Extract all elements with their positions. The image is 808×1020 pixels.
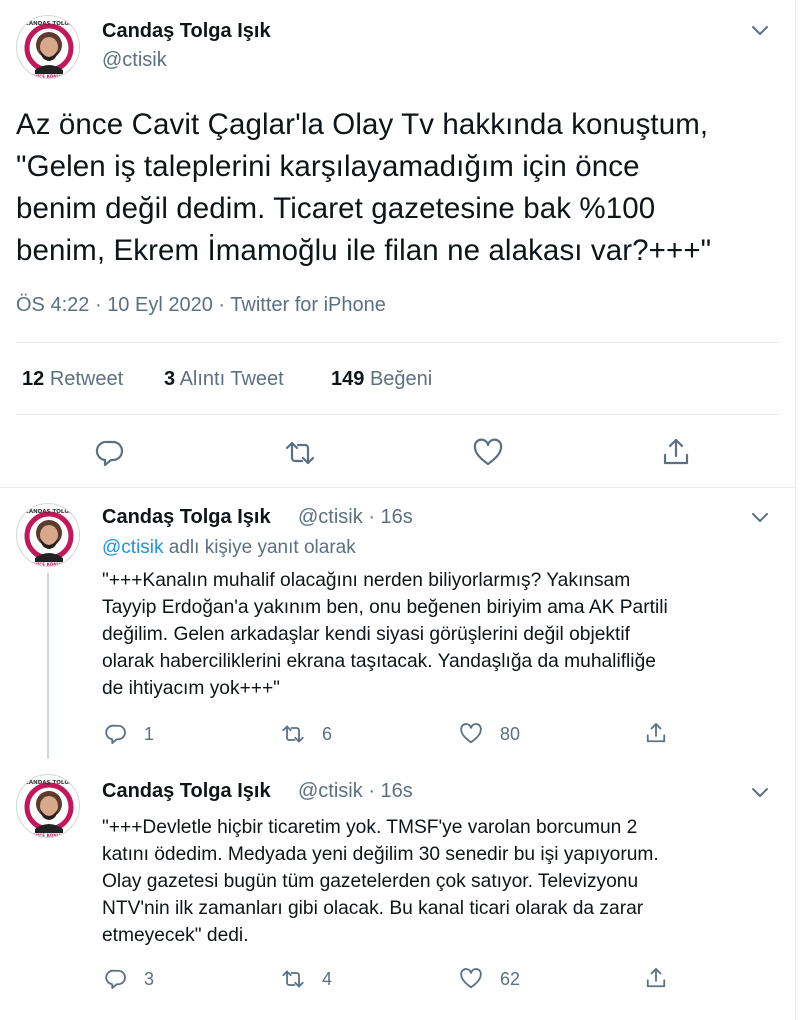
author-handle-group: @ctisik · 16s [298, 506, 413, 529]
likes-count: 149 [331, 368, 365, 390]
reply-icon[interactable] [104, 967, 128, 991]
avatar-text-top: CANDAŞ TOLGA [25, 21, 74, 27]
reply-icon[interactable] [94, 437, 126, 469]
share-icon[interactable] [644, 720, 668, 746]
avatar-image: CANDAŞ TOLGA AZ ÖNCE KONUŞTUM [18, 17, 79, 79]
share-action[interactable] [644, 720, 668, 746]
share-icon[interactable] [644, 965, 668, 991]
tweet-age[interactable]: 16s [381, 506, 413, 528]
chevron-down-icon[interactable] [750, 786, 770, 800]
like-action[interactable]: 62 [458, 966, 520, 992]
tweet-age[interactable]: 16s [381, 780, 413, 802]
retweets-count: 12 [22, 368, 45, 390]
quotes-count: 3 [164, 368, 176, 390]
retweet-icon[interactable] [280, 967, 306, 991]
author-handle-group: @ctisik · 16s [298, 780, 413, 803]
retweets-stat[interactable]: 12 Retweet [22, 368, 123, 391]
avatar-text-top: CANDAŞ TOLGA [25, 509, 74, 515]
author-handle[interactable]: @ctisik [102, 49, 167, 72]
meta-separator: · [94, 294, 102, 316]
like-icon[interactable] [472, 437, 504, 469]
likes-label: Beğeni [369, 368, 433, 390]
meta-separator: · [218, 294, 226, 316]
author-handle[interactable]: @ctisik [298, 780, 363, 802]
author-handle[interactable]: @ctisik [298, 506, 363, 528]
retweet-count: 4 [322, 968, 333, 989]
replying-to-label: adlı kişiye yanıt olarak [163, 537, 356, 558]
like-icon[interactable] [458, 967, 484, 991]
quotes-label: Alıntı Tweet [179, 368, 284, 390]
main-tweet: CANDAŞ TOLGA AZ ÖNCE KONUŞTUM Candaş Tol… [0, 0, 796, 488]
avatar-image: CANDAŞ TOLGA AZ ÖNCE KONUŞTUM [18, 505, 79, 567]
retweet-action[interactable]: 6 [280, 721, 332, 747]
divider [16, 342, 780, 343]
tweet-thread: CANDAŞ TOLGA AZ ÖNCE KONUŞTUM Candaş Tol… [0, 0, 796, 1020]
avatar[interactable]: CANDAŞ TOLGA AZ ÖNCE KONUŞTUM [16, 15, 80, 79]
tweet-text: "+++Devletle hiçbir ticaretim yok. TMSF'… [102, 817, 659, 946]
reply-action[interactable]: 3 [104, 966, 154, 992]
retweet-count: 6 [322, 723, 333, 744]
likes-stat[interactable]: 149 Beğeni [331, 368, 432, 391]
tweet-date[interactable]: 10 Eyl 2020 [107, 294, 213, 316]
avatar-text-bottom: AZ ÖNCE KONUŞTUM [24, 833, 73, 838]
chevron-down-icon[interactable] [750, 24, 770, 38]
tweet-time[interactable]: ÖS 4:22 [16, 294, 89, 316]
tweet-source[interactable]: Twitter for iPhone [230, 294, 386, 316]
replying-to: @ctisik adlı kişiye yanıt olarak [102, 537, 356, 559]
author-name[interactable]: Candaş Tolga Işık [102, 20, 271, 43]
reply-action[interactable]: 1 [104, 721, 154, 747]
avatar-text-bottom: AZ ÖNCE KONUŞTUM [24, 562, 73, 567]
avatar[interactable]: CANDAŞ TOLGA AZ ÖNCE KONUŞTUM [16, 774, 80, 838]
retweet-icon[interactable] [284, 437, 316, 469]
meta-separator: · [368, 780, 375, 802]
author-name[interactable]: Candaş Tolga Işık [102, 780, 271, 803]
retweet-action[interactable]: 4 [280, 966, 332, 992]
tweet-text: "+++Kanalın muhalif olacağını nerden bil… [102, 570, 668, 699]
replying-to-handle[interactable]: @ctisik [102, 537, 164, 558]
tweet-meta: ÖS 4:22 · 10 Eyl 2020 · Twitter for iPho… [16, 294, 386, 317]
like-icon[interactable] [458, 722, 484, 746]
share-icon[interactable] [660, 436, 692, 468]
reply-count: 3 [144, 968, 155, 989]
reply-count: 1 [144, 723, 155, 744]
avatar-text-top: CANDAŞ TOLGA [25, 780, 74, 786]
reply-tweet[interactable]: CANDAŞ TOLGA AZ ÖNCE KONUŞTUM Candaş Tol… [0, 489, 796, 759]
like-action[interactable]: 80 [458, 721, 520, 747]
quotes-stat[interactable]: 3 Alıntı Tweet [164, 368, 284, 391]
meta-separator: · [368, 506, 375, 528]
retweet-icon[interactable] [280, 722, 306, 746]
divider [16, 414, 780, 415]
author-name[interactable]: Candaş Tolga Işık [102, 506, 271, 529]
thread-line [47, 573, 49, 759]
chevron-down-icon[interactable] [750, 511, 770, 525]
reply-tweet[interactable]: CANDAŞ TOLGA AZ ÖNCE KONUŞTUM Candaş Tol… [0, 762, 796, 1020]
tweet-text: Az önce Cavit Çaglar'la Olay Tv hakkında… [16, 108, 712, 267]
reply-icon[interactable] [104, 722, 128, 746]
avatar-image: CANDAŞ TOLGA AZ ÖNCE KONUŞTUM [18, 776, 79, 838]
like-count: 80 [500, 723, 521, 744]
retweets-label: Retweet [49, 368, 124, 390]
share-action[interactable] [644, 965, 668, 991]
avatar-text-bottom: AZ ÖNCE KONUŞTUM [24, 74, 73, 79]
avatar[interactable]: CANDAŞ TOLGA AZ ÖNCE KONUŞTUM [16, 503, 80, 567]
like-count: 62 [500, 968, 521, 989]
